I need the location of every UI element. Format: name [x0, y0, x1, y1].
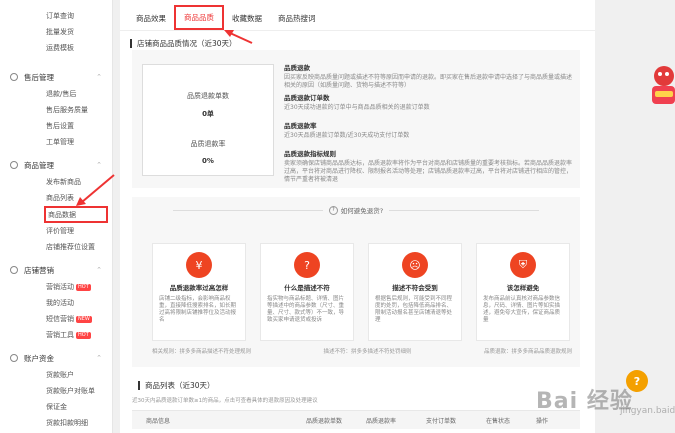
chevron-up-icon: ⌃ [96, 73, 102, 81]
product-icon [10, 161, 18, 169]
refund-count-label: 品质退款单数 [187, 92, 229, 100]
rule-link-quality-refund[interactable]: 品质退款：拼多多商品品质退款规则 [484, 347, 572, 355]
advice-links: 相关规则：拼多多商品描述不符处理规则 描述不符：拼多多描述不符处罚细则 品质退款… [152, 347, 572, 355]
col-paid-orders[interactable]: 支付订单数 [426, 416, 486, 425]
hot-badge: HOT [76, 331, 91, 339]
sidebar-item-statement[interactable]: 货款账户对账单 [0, 383, 112, 399]
sidebar-group-funds[interactable]: 账户资金 ⌃ [0, 349, 112, 367]
sidebar-item-tools[interactable]: 营销工具 HOT [0, 327, 112, 343]
quality-overview: 品质退款单数 0单 品质退款率 0% 品质退款 因买家反映商品质量问题或描述不符… [132, 50, 580, 188]
definition-refund-rate: 品质退款率 近30天品质退款订单数/近30天成功支付订单数 [284, 122, 410, 139]
advice-card-how-avoid[interactable]: ⛨ 该怎样避免 发布商品前认真核对商品参数信息，尺码、详情、图片等如实描述，避免… [476, 243, 570, 341]
col-refund-rate[interactable]: 品质退款率 [366, 416, 426, 425]
main-content: 商品效果 商品品质 收藏数据 商品热搜词 店铺商品品质情况（近30天） 品质退款… [120, 0, 595, 433]
tab-bar: 商品效果 商品品质 收藏数据 商品热搜词 [120, 0, 595, 31]
sidebar-item-aftersale-settings[interactable]: 售后设置 [0, 118, 112, 134]
annotation-arrow-tab [224, 30, 253, 44]
rule-link-penalty[interactable]: 描述不符：拼多多描述不符处罚细则 [323, 347, 411, 355]
watermark-logo: Bai 经验 [536, 389, 633, 414]
sidebar: 订单查询 批量发货 运费模板 售后管理 ⌃ 退款/售后 售后服务质量 售后设置 … [0, 0, 113, 433]
sidebar-group-marketing[interactable]: 店铺营销 ⌃ [0, 261, 112, 279]
sidebar-item-reviews[interactable]: 评价管理 [0, 223, 112, 239]
advice-card-what-mismatch[interactable]: ? 什么是描述不符 指实物与商品标题、详情、图片等描述中的商品参数（尺寸、重量、… [260, 243, 354, 341]
funds-icon [10, 354, 18, 362]
marketing-icon [10, 266, 18, 274]
col-product-info[interactable]: 商品信息 [132, 416, 306, 425]
chevron-up-icon: ⌃ [96, 354, 102, 362]
definition-refund-orders: 品质退款订单数 近30天成功退款的订单中与商品品质相关的退款订单数 [284, 94, 430, 111]
product-table-header: 商品信息 品质退款单数 品质退款率 支付订单数 在售状态 操作 [132, 410, 580, 429]
product-list-title: 商品列表（近30天） [128, 377, 215, 393]
tab-product-quality[interactable]: 商品品质 [174, 5, 224, 30]
quality-section-title: 店铺商品品质情况（近30天） [120, 35, 595, 51]
aftersale-icon [10, 73, 18, 81]
sidebar-item-batch-ship[interactable]: 批量发货 [0, 24, 112, 40]
definition-rules: 品质退款指标规则 卖家须确保店铺商品品质达标，品质退款率将作为平台对商品和店铺质… [284, 150, 573, 183]
advice-heading: ? 如何避免退货? [132, 205, 580, 215]
sidebar-group-aftersale[interactable]: 售后管理 ⌃ [0, 68, 112, 86]
product-list-note: 近30天内品质退款订单数≥1的商品，点击可查看具体的退款原因及处理建议 [132, 398, 318, 404]
sidebar-item-ticket[interactable]: 工单管理 [0, 134, 112, 150]
rule-link-mismatch[interactable]: 相关规则：拼多多商品描述不符处理规则 [152, 347, 251, 355]
advice-card-penalty[interactable]: ☹ 描述不符会受到 根据售后规则，可能受到不同程度的处罚，包括降低商品排名、限制… [368, 243, 462, 341]
sidebar-item-deposit[interactable]: 保证金 [0, 399, 112, 415]
sidebar-item-product-data[interactable]: 商品数据 [44, 206, 108, 223]
col-sale-status[interactable]: 在售状态 [486, 416, 536, 425]
chevron-up-icon: ⌃ [96, 266, 102, 274]
chevron-up-icon: ⌃ [96, 161, 102, 169]
sidebar-item-order-query[interactable]: 订单查询 [0, 8, 112, 24]
sidebar-item-shipping-template[interactable]: 运费模板 [0, 40, 112, 56]
advice-section: ? 如何避免退货? ¥ 品质退款率过高怎样 店铺二级指标，会影响商品权重，直接降… [132, 197, 580, 367]
sidebar-item-refund[interactable]: 退款/售后 [0, 86, 112, 102]
tab-product-effect[interactable]: 商品效果 [128, 13, 174, 30]
sidebar-item-sms[interactable]: 短信营销 NEW [0, 311, 112, 327]
col-actions[interactable]: 操作 [536, 416, 576, 425]
advice-card-high-rate[interactable]: ¥ 品质退款率过高怎样 店铺二级指标，会影响商品权重，直接降低搜索排名，如长期过… [152, 243, 246, 341]
quality-stat-card: 品质退款单数 0单 品质退款率 0% [142, 64, 274, 176]
sidebar-item-campaigns[interactable]: 营销活动 HOT [0, 279, 112, 295]
watermark-url: jingyan.baidu.com [620, 406, 675, 416]
question-icon: ? [294, 252, 320, 278]
col-refund-orders[interactable]: 品质退款单数 [306, 416, 366, 425]
tab-hot-search[interactable]: 商品热搜词 [270, 13, 324, 30]
shield-icon: ⛨ [510, 252, 536, 278]
refund-rate-label: 品质退款率 [190, 140, 226, 148]
hot-badge: HOT [76, 283, 91, 291]
new-badge: NEW [76, 315, 92, 323]
refund-count-value: 0单 [202, 110, 214, 118]
definition-quality-refund: 品质退款 因买家反映商品质量问题或描述不符等原因而申请的退款。即买家在售后退款申… [284, 64, 573, 89]
sidebar-item-deductions[interactable]: 货款扣款明细 [0, 415, 112, 431]
annotation-arrow-sidebar [76, 174, 115, 206]
sidebar-item-account[interactable]: 货款账户 [0, 367, 112, 383]
refund-rate-value: 0% [202, 157, 214, 165]
promo-mascot-icon[interactable] [648, 62, 675, 110]
sidebar-item-service-quality[interactable]: 售后服务质量 [0, 102, 112, 118]
sidebar-item-recommend-slot[interactable]: 店铺推荐位设置 [0, 239, 112, 255]
question-circle-icon: ? [328, 205, 338, 215]
sad-face-icon: ☹ [402, 252, 428, 278]
yen-icon: ¥ [186, 252, 212, 278]
sidebar-item-my-campaigns[interactable]: 我的活动 [0, 295, 112, 311]
